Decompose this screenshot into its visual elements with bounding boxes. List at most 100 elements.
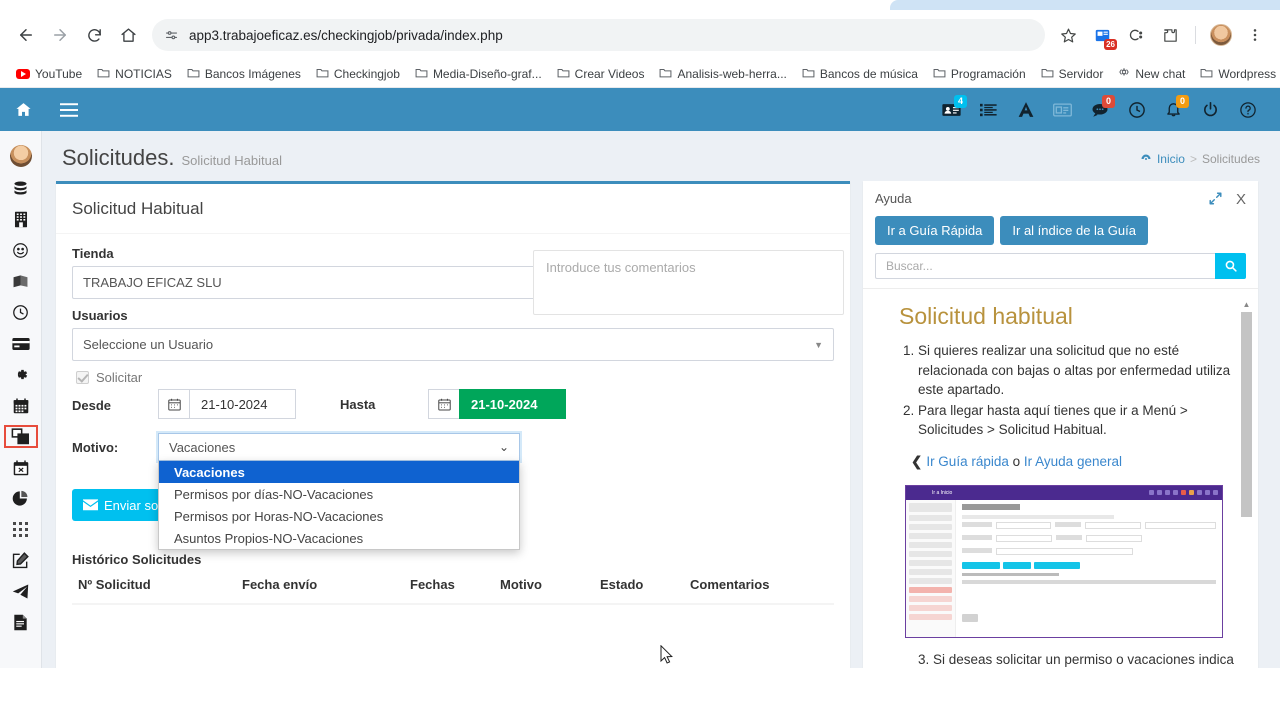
breadcrumb-separator: > — [1189, 152, 1197, 166]
home-icon[interactable] — [112, 19, 144, 51]
bookmark-item[interactable]: Media-Diseño-graf... — [409, 64, 548, 84]
help-question-icon[interactable] — [1229, 88, 1266, 131]
usuarios-select[interactable]: Seleccione un Usuario ▼ — [72, 328, 834, 361]
ir-indice-guia-button[interactable]: Ir al índice de la Guía — [1000, 216, 1148, 245]
calendar-icon[interactable] — [158, 389, 189, 419]
sidebar-item-edit-note[interactable] — [0, 545, 42, 576]
three-dot-menu-icon[interactable] — [1240, 20, 1270, 50]
sidebar-item-database[interactable] — [0, 173, 42, 204]
bookmark-label: Bancos de música — [819, 66, 918, 81]
column-header: Nº Solicitud — [78, 577, 151, 592]
url-text: app3.trabajoeficaz.es/checkingjob/privad… — [189, 27, 503, 43]
sidebar-item-clock[interactable] — [0, 297, 42, 328]
column-header: Comentarios — [690, 577, 770, 592]
calendar-icon[interactable] — [428, 389, 459, 419]
motivo-dropdown-list[interactable]: Vacaciones Permisos por días-NO-Vacacion… — [158, 461, 520, 550]
ir-guia-rapida-button[interactable]: Ir a Guía Rápida — [875, 216, 995, 245]
usuarios-value: Seleccione un Usuario — [83, 337, 214, 352]
sidebar-item-calendar-x[interactable] — [0, 452, 42, 483]
chat-bubble-icon[interactable]: 0 — [1081, 88, 1118, 131]
chevron-left-icon: ❮ — [911, 453, 923, 469]
close-x-icon[interactable]: X — [1236, 191, 1246, 208]
bookmark-item[interactable]: Crear Videos — [551, 64, 651, 84]
extension-news-icon[interactable]: 26 — [1087, 20, 1117, 50]
bookmark-item[interactable]: New chat — [1112, 63, 1191, 84]
reload-icon[interactable] — [78, 19, 110, 51]
dropdown-option[interactable]: Vacaciones — [159, 461, 519, 483]
ayuda-search-input[interactable]: Buscar... — [875, 253, 1215, 279]
bookmark-item[interactable]: Bancos de música — [796, 64, 924, 84]
content-columns: Solicitud Habitual Tienda TRABAJO EFICAZ… — [42, 181, 1280, 668]
id-card-icon[interactable] — [1044, 88, 1081, 131]
scroll-up-arrow-icon[interactable]: ▲ — [1241, 299, 1252, 310]
comentarios-textarea[interactable]: Introduce tus comentarios — [533, 250, 844, 315]
site-settings-icon[interactable] — [164, 28, 179, 43]
ir-guia-rapida-link[interactable]: Ir Guía rápida — [926, 454, 1009, 469]
breadcrumb-home[interactable]: Inicio — [1157, 152, 1185, 166]
ayuda-content-scroll[interactable]: Solicitud habitual Si quieres realizar u… — [863, 288, 1258, 668]
expand-diagonal-icon[interactable] — [1209, 191, 1222, 208]
sidebar-item-grid[interactable] — [0, 514, 42, 545]
sidebar-item-credit-card[interactable] — [0, 328, 42, 359]
bold-A-icon[interactable] — [1007, 88, 1044, 131]
ayuda-scrollbar[interactable]: ▲ — [1241, 299, 1252, 668]
solicitar-label: Solicitar — [96, 370, 143, 385]
sidebar-item-calendar[interactable] — [0, 390, 42, 421]
bookmark-label: YouTube — [35, 66, 83, 81]
sidebar-item-send[interactable] — [0, 576, 42, 607]
users-card-icon[interactable]: 4 — [933, 88, 970, 131]
dropdown-option[interactable]: Permisos por Horas-NO-Vacaciones — [159, 505, 519, 527]
main-content-area: Solicitudes. Solicitud Habitual Inicio >… — [42, 131, 1280, 668]
desde-date-input[interactable]: 21-10-2024 — [189, 389, 296, 419]
motivo-row: Motivo: Vacaciones ⌄ Vacaciones Permisos… — [72, 433, 834, 550]
address-bar[interactable]: app3.trabajoeficaz.es/checkingjob/privad… — [152, 19, 1045, 51]
bookmark-label: New chat — [1135, 66, 1186, 81]
ayuda-screenshot-thumbnail[interactable]: Ir a Inicio — [905, 484, 1223, 638]
desde-input-group[interactable]: 21-10-2024 — [158, 389, 296, 419]
ir-ayuda-general-link[interactable]: Ir Ayuda general — [1024, 454, 1122, 469]
hasta-date-input[interactable]: 21-10-2024 — [459, 389, 566, 419]
bookmark-item[interactable]: Servidor — [1035, 64, 1110, 84]
hasta-input-group[interactable]: 21-10-2024 — [428, 389, 566, 419]
bookmark-item[interactable]: Checkingjob — [310, 64, 406, 84]
solicitar-checkbox-row[interactable]: Solicitar — [76, 370, 834, 385]
folder-icon — [933, 67, 946, 81]
dropdown-option[interactable]: Asuntos Propios-NO-Vacaciones — [159, 527, 519, 549]
power-icon[interactable] — [1192, 88, 1229, 131]
scrollbar-thumb[interactable] — [1241, 312, 1252, 517]
active-tab[interactable] — [890, 0, 1280, 10]
sidebar-item-reports[interactable] — [0, 483, 42, 514]
bookmark-item[interactable]: Bancos Imágenes — [181, 64, 307, 84]
forward-arrow-icon[interactable] — [44, 19, 76, 51]
sidebar-item-document[interactable] — [0, 607, 42, 638]
bell-icon[interactable]: 0 — [1155, 88, 1192, 131]
badge-count: 4 — [954, 95, 967, 108]
extension-c-icon[interactable] — [1121, 20, 1151, 50]
sidebar-item-settings[interactable] — [0, 359, 42, 390]
back-arrow-icon[interactable] — [10, 19, 42, 51]
sidebar-item-solicitudes[interactable] — [0, 421, 42, 452]
motivo-select[interactable]: Vacaciones ⌄ — [158, 433, 520, 461]
bookmark-item[interactable]: Wordpress — [1194, 64, 1280, 84]
home-icon[interactable] — [0, 88, 46, 131]
hamburger-menu-icon[interactable] — [46, 88, 92, 131]
clock-icon[interactable] — [1118, 88, 1155, 131]
sidebar-item-profile[interactable] — [0, 139, 42, 173]
sidebar-item-building[interactable] — [0, 204, 42, 235]
sidebar-item-smiley[interactable] — [0, 235, 42, 266]
browser-toolbar: app3.trabajoeficaz.es/checkingjob/privad… — [0, 10, 1280, 60]
solicitar-checkbox[interactable] — [76, 371, 89, 384]
bookmark-item[interactable]: YouTube — [10, 64, 88, 84]
bookmark-item[interactable]: Analisis-web-herra... — [653, 64, 792, 84]
sidebar-item-book[interactable] — [0, 266, 42, 297]
dropdown-option[interactable]: Permisos por días-NO-Vacaciones — [159, 483, 519, 505]
bookmark-star-icon[interactable] — [1053, 20, 1083, 50]
task-list-icon[interactable] — [970, 88, 1007, 131]
folder-icon — [1041, 67, 1054, 81]
bookmark-item[interactable]: Programación — [927, 64, 1032, 84]
bookmark-label: Bancos Imágenes — [204, 66, 301, 81]
search-icon[interactable] — [1215, 253, 1246, 279]
avatar[interactable] — [1206, 20, 1236, 50]
extensions-puzzle-icon[interactable] — [1155, 20, 1185, 50]
bookmark-item[interactable]: NOTICIAS — [91, 64, 178, 84]
